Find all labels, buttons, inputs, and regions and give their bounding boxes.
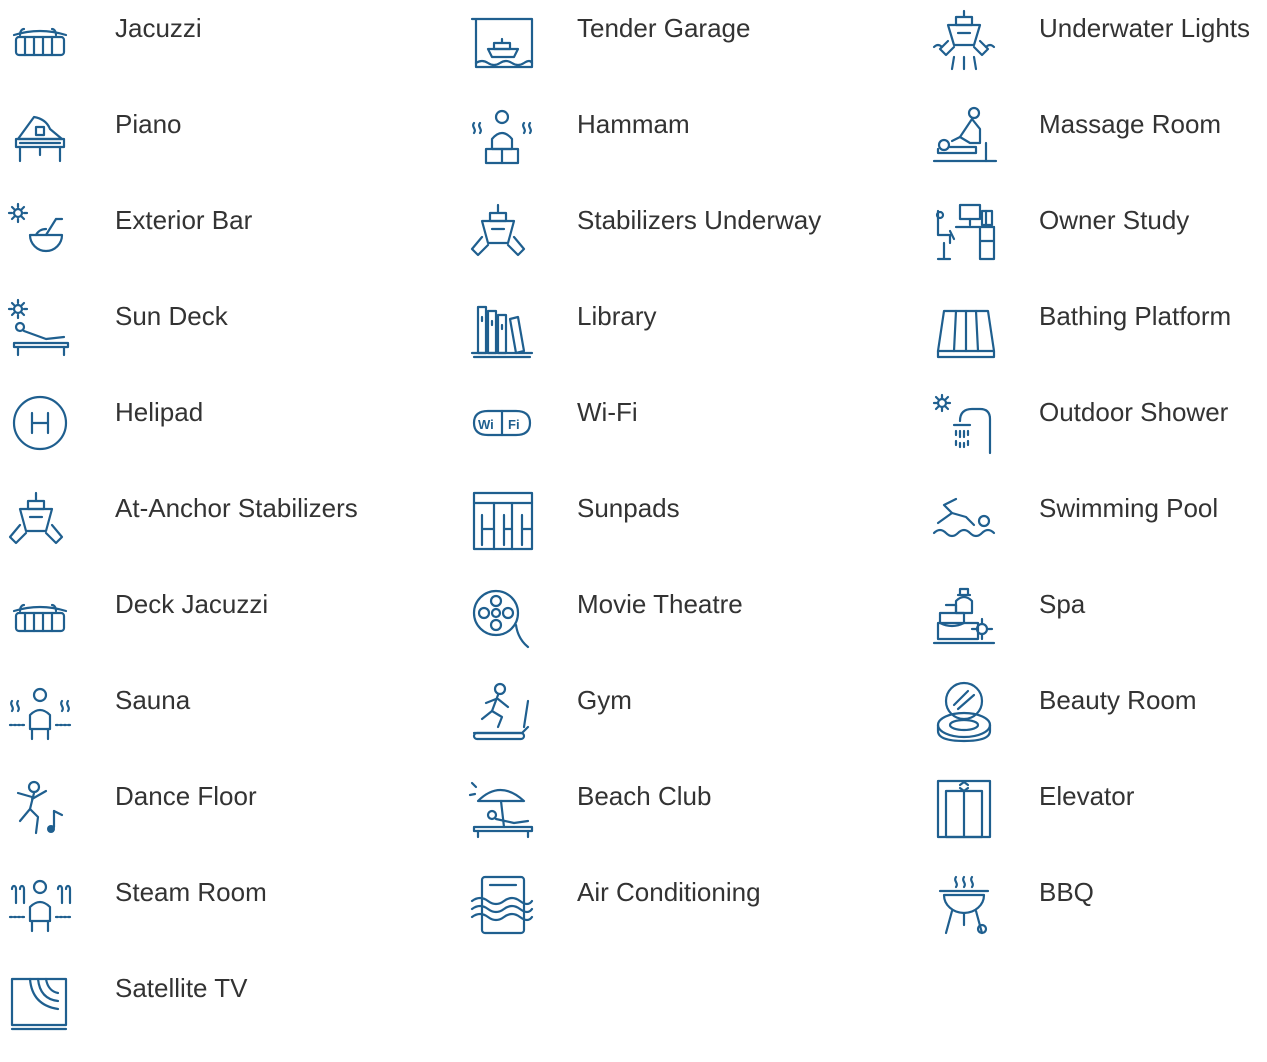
amenity-label: Satellite TV [115,973,248,1003]
amenity-item: Sauna [6,678,406,774]
bathing-platform-icon [930,294,998,364]
amenity-item: Jacuzzi [6,6,406,102]
amenity-item: Sun Deck [6,294,406,390]
amenity-item: Satellite TV [6,966,406,1062]
amenity-label: Bathing Platform [1039,301,1232,331]
boat-stabilizer-icon [6,486,74,556]
amenity-item: Underwater Lights [930,6,1267,102]
amenity-label: Movie Theatre [577,589,743,619]
amenity-item: Beauty Room [930,678,1267,774]
amenity-label: Beauty Room [1039,685,1197,715]
jacuzzi-icon [6,6,74,76]
amenity-item: Wi Fi Wi-Fi [468,390,868,486]
amenity-label: Helipad [115,397,204,427]
amenity-item: Beach Club [468,774,868,870]
beach-umbrella-icon [468,774,536,844]
amenity-item: Bathing Platform [930,294,1267,390]
amenity-label: Underwater Lights [1039,13,1250,43]
amenity-label: Sun Deck [115,301,228,331]
svg-text:Wi: Wi [478,417,494,432]
amenity-item: Owner Study [930,198,1267,294]
sun-lounger-icon [6,294,74,364]
amenity-item: At-Anchor Stabilizers [6,486,406,582]
amenity-label: Jacuzzi [115,13,202,43]
amenity-label: Massage Room [1039,109,1222,139]
jacuzzi-icon [6,582,74,652]
amenity-label: Elevator [1039,781,1135,811]
bbq-grill-icon [930,870,998,940]
amenity-label: Spa [1039,589,1086,619]
boat-stabilizer-icon [468,198,536,268]
sauna-icon [6,678,74,748]
massage-icon [930,102,998,172]
amenity-item: Massage Room [930,102,1267,198]
amenities-grid: Jacuzzi Piano Exterior Bar Sun Deck Helipad A… [0,0,1267,1031]
shower-icon [930,390,998,460]
amenity-label: Swimming Pool [1039,493,1219,523]
steam-room-icon [6,870,74,940]
amenity-item: Sunpads [468,486,868,582]
amenity-label: Piano [115,109,182,139]
amenity-item: Gym [468,678,868,774]
amenity-label: Exterior Bar [115,205,253,235]
amenity-label: Steam Room [115,877,267,907]
compact-mirror-icon [930,678,998,748]
amenity-item: Air Conditioning [468,870,868,966]
amenity-item: Exterior Bar [6,198,406,294]
amenity-label: Sunpads [577,493,680,523]
amenity-item: BBQ [930,870,1267,966]
dancer-icon [6,774,74,844]
amenity-item: Library [468,294,868,390]
amenity-item: Spa [930,582,1267,678]
amenity-label: Owner Study [1039,205,1190,235]
amenity-label: Outdoor Shower [1039,397,1229,427]
amenity-label: Beach Club [577,781,712,811]
amenity-label: At-Anchor Stabilizers [115,493,358,523]
amenity-label: Stabilizers Underway [577,205,822,235]
amenity-label: Wi-Fi [577,397,638,427]
treadmill-icon [468,678,536,748]
amenity-item: Movie Theatre [468,582,868,678]
air-conditioning-icon [468,870,536,940]
wifi-icon: Wi Fi [468,390,536,460]
amenity-label: Tender Garage [577,13,751,43]
amenity-label: Hammam [577,109,690,139]
amenity-item: Piano [6,102,406,198]
underwater-lights-icon [930,6,998,76]
sunpads-icon [468,486,536,556]
elevator-icon [930,774,998,844]
amenity-item: Dance Floor [6,774,406,870]
amenity-label: Deck Jacuzzi [115,589,269,619]
amenity-item: Outdoor Shower [930,390,1267,486]
amenity-item: Hammam [468,102,868,198]
tender-garage-icon [468,6,536,76]
amenity-item: Tender Garage [468,6,868,102]
amenity-item: Elevator [930,774,1267,870]
helipad-icon [6,390,74,460]
amenity-item: Helipad [6,390,406,486]
amenity-item: Steam Room [6,870,406,966]
amenity-label: Air Conditioning [577,877,761,907]
svg-text:Fi: Fi [508,417,520,432]
amenity-label: Library [577,301,657,331]
desk-icon [930,198,998,268]
amenity-item: Swimming Pool [930,486,1267,582]
amenity-label: Dance Floor [115,781,257,811]
cocktail-icon [6,198,74,268]
swimmer-icon [930,486,998,556]
amenity-item: Deck Jacuzzi [6,582,406,678]
piano-icon [6,102,74,172]
satellite-icon [6,966,74,1036]
amenity-item: Stabilizers Underway [468,198,868,294]
amenity-label: Gym [577,685,632,715]
amenity-label: Sauna [115,685,191,715]
hammam-icon [468,102,536,172]
amenity-label: BBQ [1039,877,1094,907]
spa-bottles-icon [930,582,998,652]
bookshelf-icon [468,294,536,364]
film-reel-icon [468,582,536,652]
